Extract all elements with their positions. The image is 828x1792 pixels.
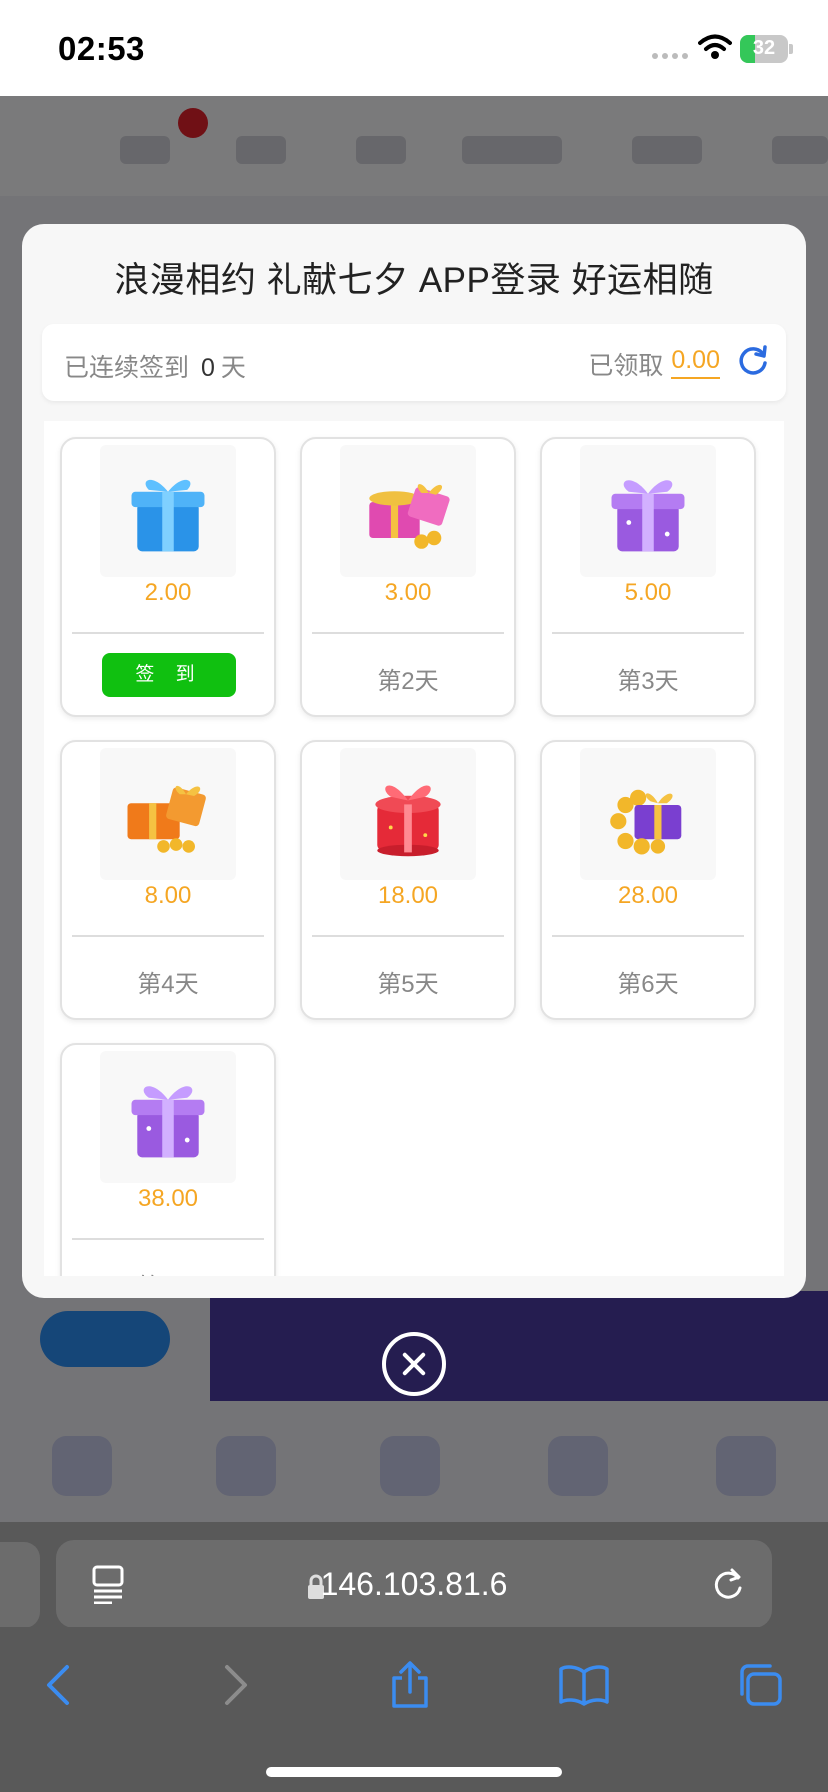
- pink-gift-coins-icon: [340, 445, 476, 577]
- bookmarks-button[interactable]: [554, 1655, 614, 1715]
- url-text: 146.103.81.6: [320, 1566, 508, 1602]
- card-divider: [312, 632, 504, 634]
- reward-grid: 2.00 签 到 3.00 第2天 5.00 第3天 8.00 第4天 18.0…: [44, 421, 784, 1276]
- purple-gift-coins-icon: [580, 748, 716, 880]
- reward-day-label: 第3天: [617, 668, 679, 695]
- checkin-modal: 浪漫相约 礼献七夕 APP登录 好运相随 已连续签到 0天 已领取0.00: [22, 224, 806, 1298]
- previous-tab-stub[interactable]: [0, 1542, 40, 1628]
- streak-unit: 天: [220, 354, 246, 382]
- orange-gift-coins-icon: [100, 748, 236, 880]
- reward-day-label: 第5天: [377, 971, 439, 998]
- share-button[interactable]: [380, 1655, 440, 1715]
- blue-gift-box-icon: [100, 445, 236, 577]
- reward-value: 5.00: [624, 579, 672, 606]
- claimed-amount: 0.00: [671, 346, 720, 379]
- card-divider: [72, 632, 264, 634]
- address-bar[interactable]: 146.103.81.6: [56, 1540, 772, 1628]
- purple-gift-box-icon: [580, 445, 716, 577]
- chevron-left-icon: [47, 1665, 69, 1705]
- claimed-label: 已领取: [588, 352, 664, 380]
- reward-card-day-7[interactable]: 38.00 第7天: [60, 1043, 276, 1276]
- forward-button[interactable]: [206, 1655, 266, 1715]
- share-icon: [392, 1661, 428, 1708]
- claimed-info: 已领取 0.00: [588, 346, 720, 382]
- reward-value: 2.00: [144, 579, 192, 606]
- browser-address-area: 146.103.81.6: [0, 1522, 828, 1628]
- streak-days: 0: [201, 354, 215, 382]
- card-divider: [552, 935, 744, 937]
- refresh-icon[interactable]: [736, 344, 770, 378]
- reward-value: 3.00: [384, 579, 432, 606]
- purple-gift-box-icon: [100, 1051, 236, 1183]
- home-indicator: [266, 1767, 562, 1777]
- battery-cap: [789, 44, 793, 54]
- reward-day-label: 第2天: [377, 668, 439, 695]
- card-divider: [72, 1238, 264, 1240]
- battery-icon: 32: [740, 35, 788, 63]
- reward-day-label: 第6天: [617, 971, 679, 998]
- reward-card-day-5[interactable]: 18.00 第5天: [300, 740, 516, 1020]
- wifi-icon: [698, 34, 732, 59]
- tabs-button[interactable]: [730, 1655, 790, 1715]
- browser-toolbar: [0, 1627, 828, 1792]
- status-bar: 02:53 32: [0, 0, 828, 96]
- reward-card-day-2[interactable]: 3.00 第2天: [300, 437, 516, 717]
- reward-card-day-1[interactable]: 2.00 签 到: [60, 437, 276, 717]
- battery-level: 32: [752, 37, 776, 59]
- book-icon: [559, 1665, 609, 1706]
- reward-value: 18.00: [377, 882, 439, 909]
- card-divider: [72, 935, 264, 937]
- streak-label: 已连续签到: [64, 354, 190, 382]
- red-round-gift-box-icon: [340, 748, 476, 880]
- reward-value: 8.00: [144, 882, 192, 909]
- reward-card-day-3[interactable]: 5.00 第3天: [540, 437, 756, 717]
- checkin-summary-bar: 已连续签到 0 天 已领取 0.00: [42, 324, 786, 401]
- reward-day-label: 第4天: [137, 971, 199, 998]
- chevron-right-icon: [225, 1665, 247, 1705]
- cellular-signal-icon: [652, 53, 688, 59]
- reload-icon[interactable]: [710, 1564, 746, 1604]
- close-modal-button[interactable]: [382, 1332, 446, 1396]
- sign-in-button[interactable]: 签 到: [102, 653, 236, 697]
- streak-info: 已连续签到 0 天: [64, 348, 246, 384]
- status-time: 02:53: [58, 30, 145, 67]
- modal-title: 浪漫相约 礼献七夕 APP登录 好运相随: [114, 261, 714, 300]
- back-button[interactable]: [28, 1655, 88, 1715]
- card-divider: [552, 632, 744, 634]
- reward-day-label: 第7天: [62, 1267, 274, 1276]
- reward-card-day-4[interactable]: 8.00 第4天: [60, 740, 276, 1020]
- card-divider: [312, 935, 504, 937]
- tabs-icon: [740, 1664, 782, 1706]
- reward-value: 28.00: [617, 882, 679, 909]
- reward-value: 38.00: [137, 1185, 199, 1212]
- reward-card-day-6[interactable]: 28.00 第6天: [540, 740, 756, 1020]
